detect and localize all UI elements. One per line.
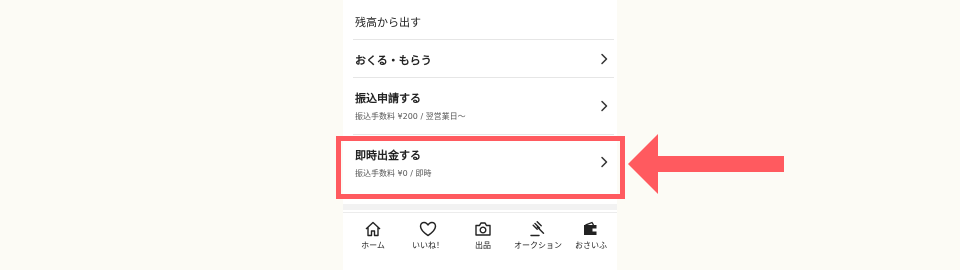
wallet-icon (584, 221, 597, 235)
menu-item-send-receive[interactable]: おくる・もらう (353, 40, 614, 78)
tab-home[interactable]: ホーム (345, 221, 401, 251)
transfer-request-fee: 振込手数料 ¥200 / 翌営業日〜 (355, 112, 466, 121)
chevron-right-icon (598, 100, 610, 112)
camera-icon (475, 222, 491, 236)
gavel-icon (530, 221, 545, 237)
highlight-box (336, 136, 625, 199)
heart-icon (419, 221, 437, 237)
tab-like-label: いいね！ (412, 241, 444, 250)
tab-wallet-label: おさいふ (575, 241, 607, 250)
menu-item-transfer-request[interactable]: 振込申請する 振込手数料 ¥200 / 翌営業日〜 (353, 78, 614, 135)
phone-screen: 残高から出す おくる・もらう 振込申請する 振込手数料 ¥200 / 翌営業日〜… (343, 0, 617, 270)
home-icon (365, 221, 381, 237)
transfer-request-label: 振込申請する (355, 92, 421, 105)
tab-home-label: ホーム (361, 241, 385, 250)
tab-auction[interactable]: オークション (510, 221, 566, 251)
balance-out-label: 残高から出す (355, 16, 421, 29)
send-receive-label: おくる・もらう (355, 54, 432, 67)
tab-listing-label: 出品 (475, 241, 491, 250)
tab-auction-label: オークション (514, 241, 562, 250)
section-divider (343, 204, 617, 210)
menu-header-balance-out: 残高から出す (353, 0, 614, 40)
tab-wallet[interactable]: おさいふ (567, 221, 615, 251)
arrow-left-icon (628, 134, 784, 194)
chevron-right-icon (598, 53, 610, 65)
tab-listing[interactable]: 出品 (455, 221, 511, 251)
bottom-tab-bar: ホーム いいね！ 出品 オークション おさいふ (343, 212, 617, 270)
tab-like[interactable]: いいね！ (400, 221, 456, 251)
